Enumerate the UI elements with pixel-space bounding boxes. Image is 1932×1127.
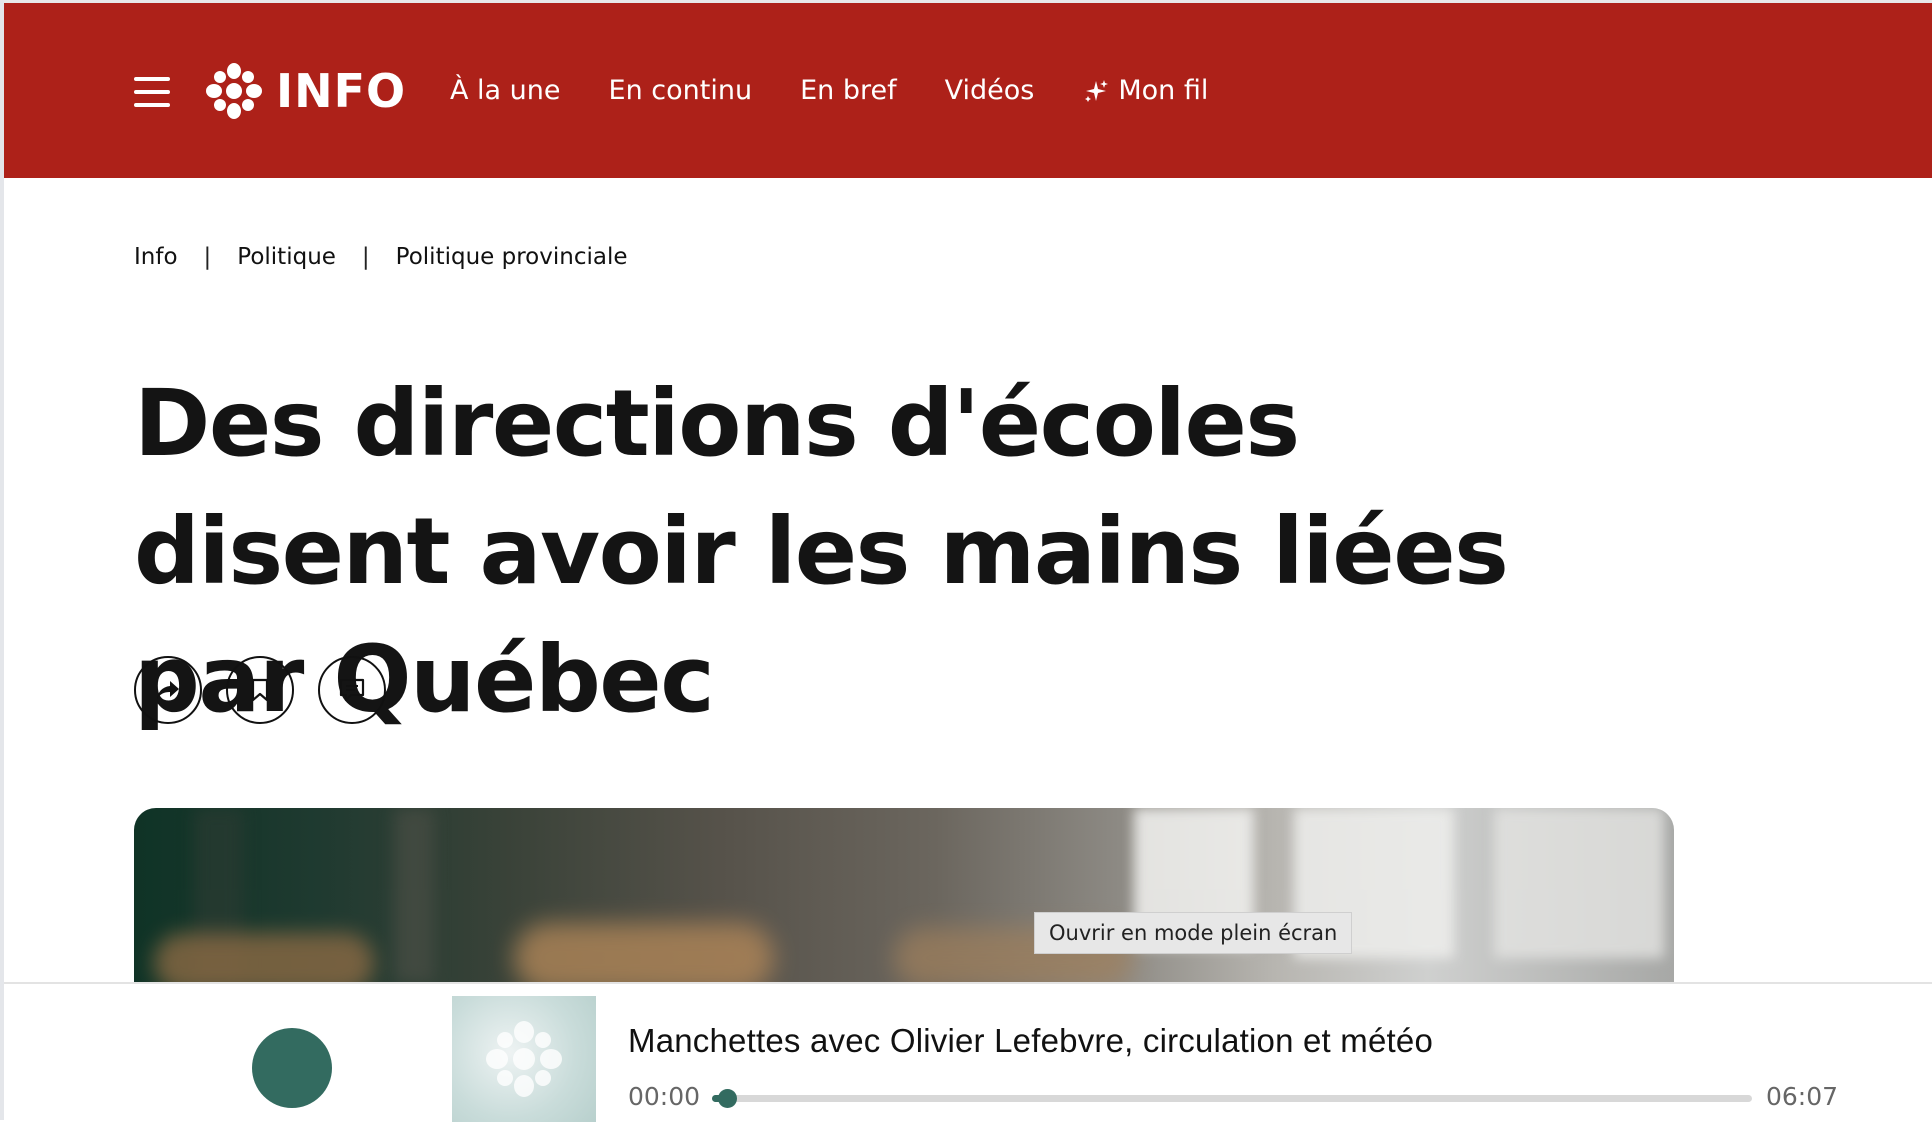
audio-progress-bar[interactable] xyxy=(712,1089,1752,1108)
bookmark-icon xyxy=(251,678,269,702)
main-nav: À la une En continu En bref Vidéos Mon f… xyxy=(450,69,1256,113)
bookmark-button[interactable] xyxy=(226,656,294,724)
breadcrumb: Info | Politique | Politique provinciale xyxy=(134,244,628,270)
breadcrumb-item-info[interactable]: Info xyxy=(134,244,178,270)
share-button[interactable] xyxy=(134,656,202,724)
radio-canada-logo-icon[interactable] xyxy=(204,61,264,121)
nav-item-mon-fil[interactable]: Mon fil xyxy=(1082,69,1208,113)
nav-item-label: À la une xyxy=(450,75,561,106)
nav-item-videos[interactable]: Vidéos xyxy=(945,69,1035,113)
nav-item-a-la-une[interactable]: À la une xyxy=(450,69,561,113)
audio-progress-handle[interactable] xyxy=(718,1089,738,1108)
fullscreen-tooltip[interactable]: Ouvrir en mode plein écran xyxy=(1034,912,1353,954)
brand-label[interactable]: INFO xyxy=(276,61,406,121)
breadcrumb-separator: | xyxy=(361,244,370,270)
audio-thumbnail xyxy=(452,996,596,1122)
hero-image[interactable] xyxy=(134,808,1674,983)
sparkle-icon xyxy=(1085,80,1109,102)
article-actions xyxy=(134,656,386,724)
nav-item-label: En bref xyxy=(800,75,897,106)
radio-canada-logo-icon xyxy=(486,1021,562,1097)
audio-title: Manchettes avec Olivier Lefebvre, circul… xyxy=(628,1022,1434,1059)
nav-item-en-continu[interactable]: En continu xyxy=(609,69,753,113)
site-header: INFO À la une En continu En bref Vidéos … xyxy=(4,3,1932,178)
nav-item-label: Mon fil xyxy=(1118,75,1209,106)
nav-item-label: Vidéos xyxy=(944,75,1035,106)
comment-icon xyxy=(339,678,365,702)
duration: 06:07 xyxy=(1766,1082,1839,1111)
nav-item-label: En continu xyxy=(608,75,753,106)
breadcrumb-separator: | xyxy=(203,244,212,270)
breadcrumb-item-politique-provinciale[interactable]: Politique provinciale xyxy=(396,244,628,270)
comment-button[interactable] xyxy=(318,656,386,724)
play-button[interactable] xyxy=(252,1028,332,1108)
share-icon xyxy=(157,681,179,699)
menu-icon[interactable] xyxy=(134,77,170,107)
current-time: 00:00 xyxy=(628,1082,701,1111)
nav-item-en-bref[interactable]: En bref xyxy=(800,69,897,113)
audio-player: Manchettes avec Olivier Lefebvre, circul… xyxy=(4,982,1932,1122)
breadcrumb-item-politique[interactable]: Politique xyxy=(237,244,336,270)
